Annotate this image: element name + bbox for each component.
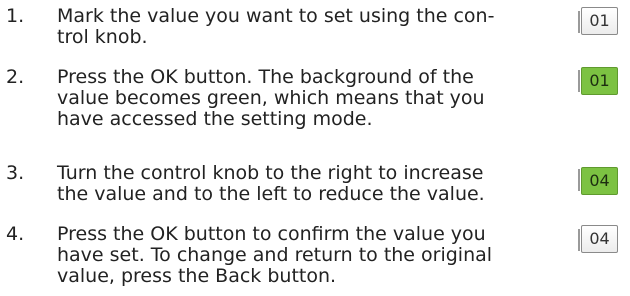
step-text-line: value becomes green, which means that yo… bbox=[57, 87, 485, 109]
step-text-line: Press the OK button. The background of t… bbox=[57, 66, 474, 88]
step-text-line: have set. To change and return to the or… bbox=[57, 244, 493, 266]
step-text: Press the OK button to confirm the value… bbox=[57, 224, 582, 287]
step-text-line: Turn the control knob to the right to in… bbox=[57, 162, 484, 184]
step-text: Press the OK button. The background of t… bbox=[57, 67, 582, 130]
step-number: 2. bbox=[6, 66, 25, 88]
value-display-edge bbox=[578, 11, 580, 33]
value-display-active: 01 bbox=[581, 67, 618, 95]
step-text-line: value, press the Back button. bbox=[57, 265, 337, 287]
step-text-line: the value and to the left to reduce the … bbox=[57, 183, 485, 205]
value-display: 04 bbox=[581, 225, 618, 253]
value-display: 01 bbox=[581, 7, 618, 35]
step-text: Turn the control knob to the right to in… bbox=[57, 163, 582, 205]
step-text-line: trol knob. bbox=[57, 26, 148, 48]
step-text-line: Press the OK button to confirm the value… bbox=[57, 223, 486, 245]
step-text-line: Mark the value you want to set using the… bbox=[57, 5, 495, 27]
step-text-line: have accessed the setting mode. bbox=[57, 108, 373, 130]
step-number: 4. bbox=[6, 223, 25, 245]
value-display-edge bbox=[578, 169, 580, 191]
value-display-active: 04 bbox=[581, 167, 618, 195]
value-display-edge bbox=[578, 70, 580, 92]
step-number: 1. bbox=[6, 5, 25, 27]
step-number: 3. bbox=[6, 162, 25, 184]
value-display-edge bbox=[578, 229, 580, 251]
step-text: Mark the value you want to set using the… bbox=[57, 6, 582, 48]
